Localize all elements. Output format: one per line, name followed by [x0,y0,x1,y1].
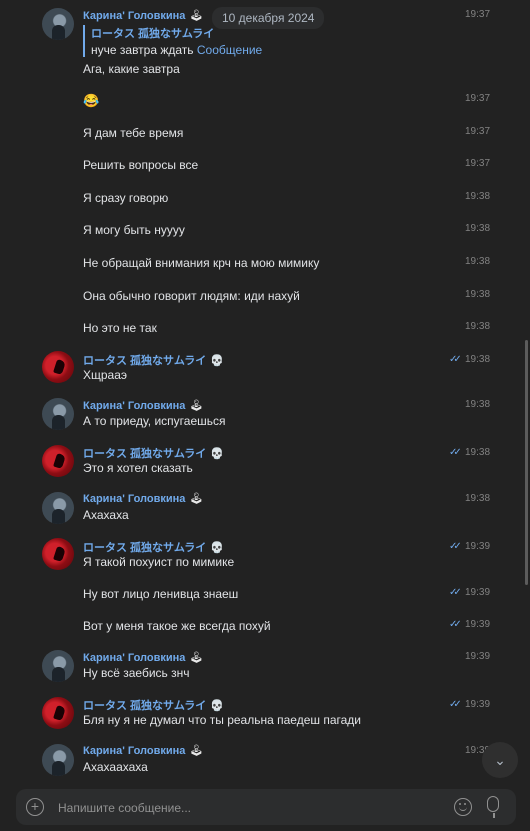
sender-name[interactable]: Карина' Головкина 🕹 [83,651,203,664]
message-text: Ну вот лицо ленивца знаеш [83,587,239,601]
attach-plus-icon[interactable]: + [26,798,44,816]
avatar[interactable] [42,650,74,682]
date-pill: 10 декабря 2024 [212,7,325,29]
message-time: 19:38 [465,321,491,332]
read-checkmarks-icon: ✓✓ [449,587,462,598]
message-text: Ага, какие завтра [83,62,180,76]
message-time: 19:38 [465,399,491,410]
status-emoji-icon: 🕹 [189,493,204,505]
microphone-icon[interactable] [487,796,499,812]
sender-name[interactable]: ロータス 孤独なサムライ 💀 [83,697,224,713]
skull-icon: 💀 [210,355,224,367]
avatar[interactable] [42,398,74,430]
message-time: 19:38 [465,354,491,365]
message-history: Карина' Головкина 🕹 19:37 ロータス 孤独なサムライ ну… [0,0,522,785]
avatar[interactable] [42,492,74,524]
sender-name[interactable]: Карина' Головкина 🕹 [83,399,203,412]
message-text: Хщрааэ [83,368,128,382]
sender-name[interactable]: Карина' Головкина 🕹 [83,9,203,22]
sender-name-text[interactable]: ロータス 孤独なサムライ [83,542,206,554]
read-checkmarks-icon: ✓✓ [449,699,462,710]
message-composer: + [16,789,516,827]
reply-link[interactable]: Сообщение [197,43,262,57]
message-input[interactable] [56,789,440,827]
reply-quote[interactable]: ロータス 孤独なサムライ нуче завтра ждать Сообщение [83,25,262,57]
sender-name[interactable]: Карина' Головкина 🕹 [83,492,203,505]
avatar[interactable] [42,697,74,729]
reply-text: нуче завтра ждать Сообщение [91,43,262,57]
scroll-down-button[interactable]: ⌄ [482,742,518,778]
message-time: 19:38 [465,447,491,458]
message-text: Ахахаха [83,508,129,522]
status-emoji-icon: 🕹 [189,10,204,22]
message-text: Ахахаахаха [83,760,148,774]
chevron-down-icon: ⌄ [494,751,506,768]
read-checkmarks-icon: ✓✓ [449,541,462,552]
message-text: Я дам тебе время [83,126,184,140]
sender-name-text[interactable]: Карина' Головкина [83,493,185,505]
reply-text-content: нуче завтра ждать [91,43,194,57]
message-time: 19:37 [465,126,491,137]
message-text: Не обращай внимания крч на мою мимику [83,256,320,270]
message-time: 19:37 [465,9,491,20]
status-emoji-icon: 🕹 [189,652,204,664]
sender-name-text[interactable]: Карина' Головкина [83,10,185,22]
sender-name[interactable]: Карина' Головкина 🕹 [83,744,203,757]
message-text: Ну всё заебись знч [83,666,190,680]
message-text: А то приеду, испугаешься [83,414,226,428]
sender-name-text[interactable]: Карина' Головкина [83,652,185,664]
read-checkmarks-icon: ✓✓ [449,447,462,458]
message-time: 19:38 [465,289,491,300]
message-time: 19:38 [465,493,491,504]
sender-name[interactable]: ロータス 孤独なサムライ 💀 [83,539,224,555]
status-emoji-icon: 🕹 [189,745,204,757]
message-time: 19:39 [465,699,491,710]
avatar[interactable] [42,538,74,570]
emoji-icon[interactable] [454,798,472,816]
message-text: Я сразу говорю [83,191,169,205]
message-time: 19:37 [465,158,491,169]
sender-name-text[interactable]: Карина' Головкина [83,400,185,412]
message-time: 19:38 [465,191,491,202]
message-time: 19:39 [465,619,491,630]
message-time: 19:38 [465,223,491,234]
sender-name[interactable]: ロータス 孤独なサムライ 💀 [83,352,224,368]
message-text: Но это не так [83,321,157,335]
sender-name-text[interactable]: ロータス 孤独なサムライ [83,355,206,367]
message-text: Бля ну я не думал что ты реальна паедеш … [83,713,361,727]
avatar[interactable] [42,445,74,477]
skull-icon: 💀 [210,542,224,554]
read-checkmarks-icon: ✓✓ [449,619,462,630]
message-text: Я могу быть нуууу [83,223,185,237]
read-checkmarks-icon: ✓✓ [449,354,462,365]
avatar[interactable] [42,8,74,40]
sender-name-text[interactable]: ロータス 孤独なサムライ [83,448,206,460]
message-text: Вот у меня такое же всегда похуй [83,619,271,633]
message-time: 19:39 [465,651,491,662]
message-text: Она обычно говорит людям: иди нахуй [83,289,300,303]
avatar[interactable] [42,351,74,383]
sender-name-text[interactable]: ロータス 孤独なサムライ [83,700,206,712]
message-time: 19:39 [465,541,491,552]
status-emoji-icon: 🕹 [189,400,204,412]
message-time: 19:37 [465,93,491,104]
sender-name[interactable]: ロータス 孤独なサムライ 💀 [83,445,224,461]
message-text: Я такой похуист по мимике [83,555,235,569]
message-text: Решить вопросы все [83,158,199,172]
skull-icon: 💀 [210,448,224,460]
avatar[interactable] [42,744,74,776]
message-time: 19:39 [465,587,491,598]
emoji-message: 😂 [83,93,100,108]
skull-icon: 💀 [210,700,224,712]
message-time: 19:38 [465,256,491,267]
microphone-stem [493,813,495,818]
sender-name-text[interactable]: Карина' Головкина [83,745,185,757]
message-text: Это я хотел сказать [83,461,193,475]
scrollbar[interactable] [525,340,528,585]
